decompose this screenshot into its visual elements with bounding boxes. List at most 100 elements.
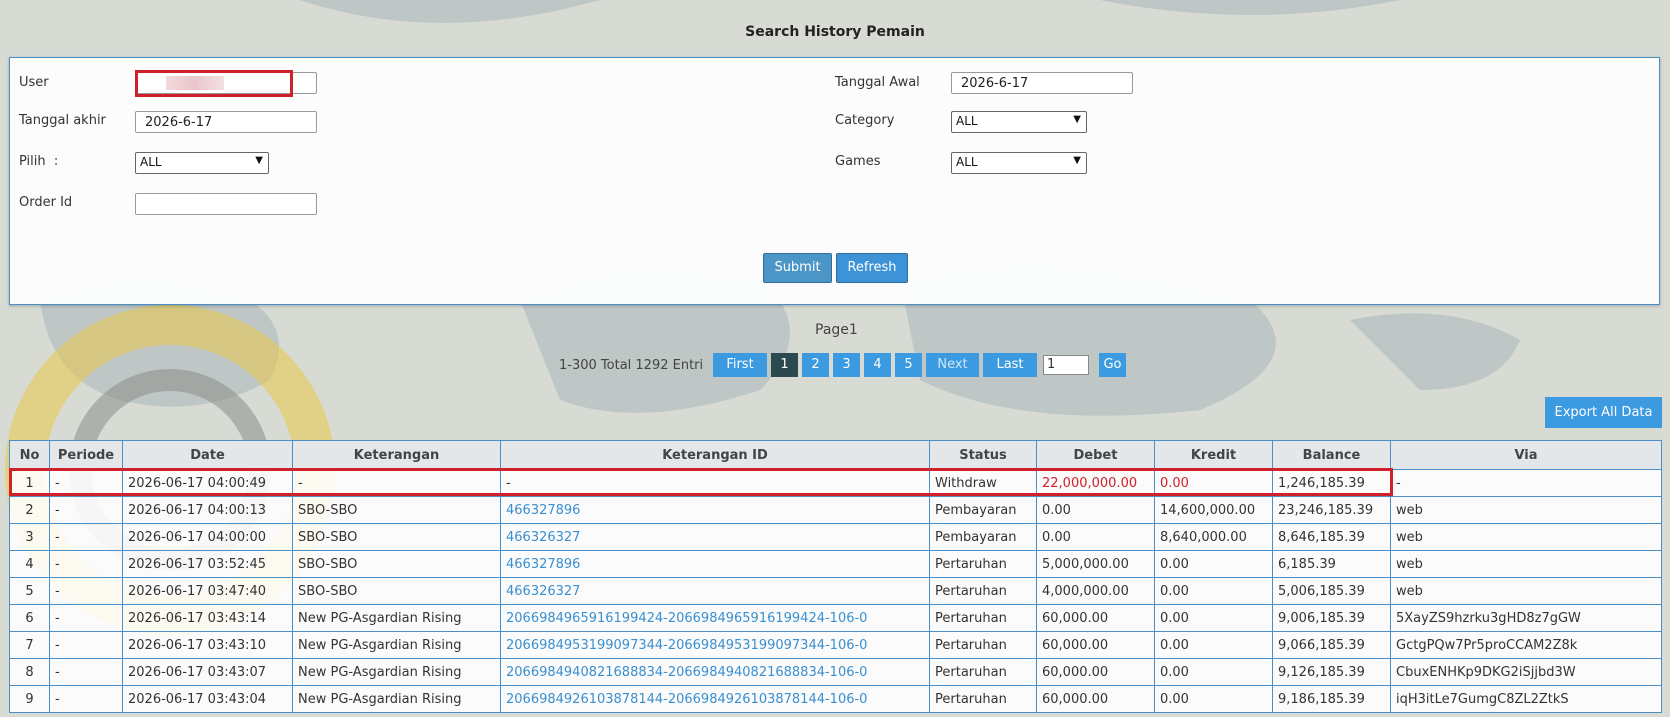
tanggal-awal-field[interactable]: 2026-6-17 xyxy=(951,72,1133,94)
keterangan-id-link[interactable]: 466326327 xyxy=(506,530,580,545)
pagination-first[interactable]: First xyxy=(713,353,767,377)
col-header-kredit[interactable]: Kredit xyxy=(1154,440,1273,470)
table-row: 6 - 2026-06-17 03:43:14 New PG-Asgardian… xyxy=(9,604,1662,632)
cell-date: 2026-06-17 03:43:04 xyxy=(122,685,293,713)
pagination-last[interactable]: Last xyxy=(983,353,1037,377)
cell-debet: 60,000.00 xyxy=(1036,631,1155,659)
table-row: 3 - 2026-06-17 04:00:00 SBO-SBO 46632632… xyxy=(9,523,1662,551)
submit-button[interactable]: Submit xyxy=(763,253,832,283)
keterangan-id-link[interactable]: 2066984953199097344-2066984953199097344-… xyxy=(506,638,867,653)
cell-via: iqH3itLe7GumgC8ZL2ZtkS xyxy=(1390,685,1662,713)
withdraw-row-highlight xyxy=(9,468,1393,496)
category-select[interactable]: ALL ▼ xyxy=(951,111,1087,133)
cell-periode: - xyxy=(49,685,123,713)
cell-date: 2026-06-17 03:47:40 xyxy=(122,577,293,605)
col-header-debet[interactable]: Debet xyxy=(1036,440,1155,470)
pagination-page-3[interactable]: 3 xyxy=(833,353,860,377)
order-id-label: Order Id xyxy=(19,195,73,210)
cell-balance: 6,185.39 xyxy=(1272,550,1391,578)
page-title: Search History Pemain xyxy=(745,24,925,40)
cell-keterangan: New PG-Asgardian Rising xyxy=(292,604,501,632)
keterangan-id-link[interactable]: 466327896 xyxy=(506,557,580,572)
cell-date: 2026-06-17 03:43:14 xyxy=(122,604,293,632)
pilih-value: ALL xyxy=(140,155,162,169)
cell-kredit: 0.00 xyxy=(1154,577,1273,605)
cell-debet: 4,000,000.00 xyxy=(1036,577,1155,605)
keterangan-id-link[interactable]: 466326327 xyxy=(506,584,580,599)
col-header-periode[interactable]: Periode xyxy=(49,440,123,470)
pagination-page-5[interactable]: 5 xyxy=(895,353,922,377)
page-indicator: Page1 xyxy=(815,322,858,338)
pilih-select[interactable]: ALL ▼ xyxy=(135,152,269,174)
cell-no: 9 xyxy=(9,685,50,713)
cell-date: 2026-06-17 03:43:07 xyxy=(122,658,293,686)
cell-debet: 5,000,000.00 xyxy=(1036,550,1155,578)
export-all-data-button[interactable]: Export All Data xyxy=(1545,397,1662,428)
order-id-field[interactable] xyxy=(135,193,317,215)
cell-periode: - xyxy=(49,658,123,686)
cell-kredit: 0.00 xyxy=(1154,658,1273,686)
table-row: 9 - 2026-06-17 03:43:04 New PG-Asgardian… xyxy=(9,685,1662,713)
cell-periode: - xyxy=(49,631,123,659)
category-label: Category xyxy=(835,113,895,128)
cell-kredit: 0.00 xyxy=(1154,685,1273,713)
cell-keterangan-id: 2066984953199097344-2066984953199097344-… xyxy=(500,631,930,659)
pagination-page-1[interactable]: 1 xyxy=(771,353,798,377)
cell-debet: 0.00 xyxy=(1036,496,1155,524)
games-label: Games xyxy=(835,154,881,169)
tanggal-akhir-field[interactable]: 2026-6-17 xyxy=(135,111,317,133)
col-header-keterangan-id[interactable]: Keterangan ID xyxy=(500,440,930,470)
cell-no: 3 xyxy=(9,523,50,551)
cell-keterangan-id: 2066984926103878144-2066984926103878144-… xyxy=(500,685,930,713)
col-header-keterangan[interactable]: Keterangan xyxy=(292,440,501,470)
cell-via: web xyxy=(1390,577,1662,605)
cell-balance: 9,126,185.39 xyxy=(1272,658,1391,686)
pagination-page-4[interactable]: 4 xyxy=(864,353,891,377)
col-header-via[interactable]: Via xyxy=(1390,440,1662,470)
cell-status: Pertaruhan xyxy=(929,685,1037,713)
cell-via: 5XayZS9hzrku3gHD8z7gGW xyxy=(1390,604,1662,632)
cell-status: Pembayaran xyxy=(929,523,1037,551)
keterangan-id-link[interactable]: 466327896 xyxy=(506,503,580,518)
cell-status: Pertaruhan xyxy=(929,550,1037,578)
refresh-button[interactable]: Refresh xyxy=(836,253,908,283)
cell-status: Pertaruhan xyxy=(929,658,1037,686)
cell-no: 7 xyxy=(9,631,50,659)
go-button[interactable]: Go xyxy=(1099,353,1126,377)
cell-keterangan: SBO-SBO xyxy=(292,550,501,578)
col-header-status[interactable]: Status xyxy=(929,440,1037,470)
goto-page-input[interactable]: 1 xyxy=(1043,355,1089,375)
cell-no: 8 xyxy=(9,658,50,686)
keterangan-id-link[interactable]: 2066984926103878144-2066984926103878144-… xyxy=(506,692,867,707)
cell-balance: 9,006,185.39 xyxy=(1272,604,1391,632)
cell-periode: - xyxy=(49,577,123,605)
cell-status: Pertaruhan xyxy=(929,604,1037,632)
chevron-down-icon: ▼ xyxy=(255,155,263,166)
col-header-no[interactable]: No xyxy=(9,440,50,470)
cell-debet: 60,000.00 xyxy=(1036,604,1155,632)
pilih-label: Pilih : xyxy=(19,154,59,169)
cell-via: CbuxENHKp9DKG2iSjjbd3W xyxy=(1390,658,1662,686)
col-header-balance[interactable]: Balance xyxy=(1272,440,1391,470)
keterangan-id-link[interactable]: 2066984940821688834-2066984940821688834-… xyxy=(506,665,867,680)
games-value: ALL xyxy=(956,155,978,169)
cell-periode: - xyxy=(49,523,123,551)
total-entries: 1-300 Total 1292 Entri xyxy=(559,358,704,373)
chevron-down-icon: ▼ xyxy=(1073,114,1081,125)
cell-balance: 9,066,185.39 xyxy=(1272,631,1391,659)
cell-balance: 23,246,185.39 xyxy=(1272,496,1391,524)
games-select[interactable]: ALL ▼ xyxy=(951,152,1087,174)
cell-status: Pertaruhan xyxy=(929,631,1037,659)
cell-debet: 60,000.00 xyxy=(1036,685,1155,713)
user-label: User xyxy=(19,75,49,90)
cell-via: - xyxy=(1390,469,1662,497)
keterangan-id-link[interactable]: 2066984965916199424-2066984965916199424-… xyxy=(506,611,867,626)
cell-keterangan-id: 2066984940821688834-2066984940821688834-… xyxy=(500,658,930,686)
col-header-date[interactable]: Date xyxy=(122,440,293,470)
pagination-next[interactable]: Next xyxy=(926,353,979,377)
table-row: 4 - 2026-06-17 03:52:45 SBO-SBO 46632789… xyxy=(9,550,1662,578)
chevron-down-icon: ▼ xyxy=(1073,155,1081,166)
cell-status: Pertaruhan xyxy=(929,577,1037,605)
cell-keterangan-id: 466326327 xyxy=(500,523,930,551)
pagination-page-2[interactable]: 2 xyxy=(802,353,829,377)
